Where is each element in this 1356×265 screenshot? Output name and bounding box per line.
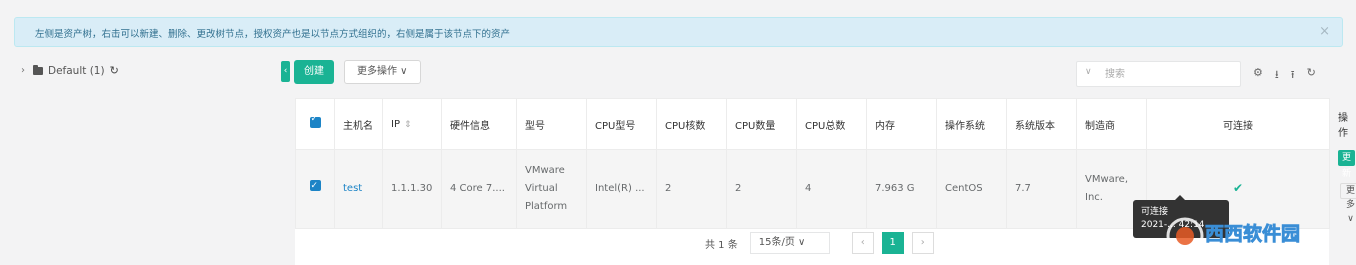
hostname-link[interactable]: test — [343, 183, 362, 194]
asset-tree: › Default (1) ↻ — [18, 64, 119, 77]
table-header-row: 主机名 IP⇕ 硬件信息 型号 CPU型号 CPU核数 CPU数量 CPU总数 … — [295, 98, 1348, 150]
cell-os: CentOS — [936, 149, 1007, 229]
select-all-checkbox[interactable] — [295, 98, 335, 150]
refresh-icon[interactable]: ↻ — [110, 64, 119, 77]
column-hardware: 硬件信息 — [441, 98, 517, 150]
upload-icon[interactable]: ⭱ — [1291, 66, 1295, 85]
search-box[interactable]: ∨ — [1076, 61, 1241, 87]
table-toolbar-icons: ⚙ ⭳ ⭱ ↻ — [1253, 66, 1316, 85]
next-page-button[interactable]: › — [911, 232, 934, 254]
column-model: 型号 — [516, 98, 587, 150]
column-connectable: 可连接 — [1146, 98, 1330, 150]
cell-os-version: 7.7 — [1006, 149, 1077, 229]
prev-page-button[interactable]: ‹ — [851, 232, 874, 254]
column-vendor: 制造商 — [1076, 98, 1147, 150]
column-os-version: 系统版本 — [1006, 98, 1077, 150]
more-actions-button[interactable]: 更多操作 ∨ — [344, 60, 421, 84]
chevron-right-icon[interactable]: › — [18, 65, 28, 76]
cell-cpu-count: 2 — [726, 149, 797, 229]
total-count: 共 1 条 — [705, 239, 738, 251]
create-button[interactable]: 创建 — [294, 60, 334, 84]
column-os: 操作系统 — [936, 98, 1007, 150]
cell-hardware: 4 Core 7.... — [441, 149, 517, 229]
cell-memory: 7.963 G — [866, 149, 937, 229]
cell-model: VMware Virtual Platform — [516, 149, 587, 229]
column-cpu-count: CPU数量 — [726, 98, 797, 150]
column-hostname: 主机名 — [334, 98, 383, 150]
search-input[interactable] — [1105, 66, 1225, 82]
check-icon: ✔ — [1232, 181, 1244, 195]
cell-cpu-total: 4 — [796, 149, 867, 229]
row-checkbox[interactable] — [295, 149, 335, 229]
page-1-button[interactable]: 1 — [881, 232, 904, 254]
row-more-button[interactable]: 更多 ∨ — [1340, 183, 1356, 224]
download-icon[interactable]: ⭳ — [1275, 66, 1279, 85]
chevron-down-icon[interactable]: ∨ — [1085, 67, 1092, 77]
cell-cpu-cores: 2 — [656, 149, 727, 229]
info-alert: 左侧是资产树，右击可以新建、删除、更改树节点，授权资产也是以节点方式组织的，右侧… — [14, 17, 1343, 47]
collapse-tree-button[interactable]: ‹ — [281, 61, 290, 82]
watermark-text: 西西软件园 — [1205, 222, 1300, 245]
sort-icon[interactable]: ⇕ — [404, 120, 412, 130]
cell-ip: 1.1.1.30 — [382, 149, 442, 229]
watermark-url: CR173.COM — [1261, 247, 1309, 256]
column-cpu-total: CPU总数 — [796, 98, 867, 150]
update-button[interactable]: 更新 — [1338, 150, 1356, 179]
column-ip-label: IP — [391, 118, 400, 130]
tree-node-default[interactable]: Default (1) — [48, 65, 105, 77]
column-cpu-cores: CPU核数 — [656, 98, 727, 150]
pagination: 共 1 条 15条/页 ∨ ‹ 1 › — [705, 232, 934, 254]
column-cpu-model: CPU型号 — [586, 98, 657, 150]
close-icon[interactable]: × — [1319, 24, 1330, 39]
page-size-select[interactable]: 15条/页 ∨ — [749, 232, 830, 254]
cell-cpu-model: Intel(R) ... — [586, 149, 657, 229]
refresh-icon[interactable]: ↻ — [1307, 66, 1316, 85]
column-memory: 内存 — [866, 98, 937, 150]
column-ip[interactable]: IP ⇕ — [382, 98, 442, 150]
alert-message: 左侧是资产树，右击可以新建、删除、更改树节点，授权资产也是以节点方式组织的，右侧… — [35, 29, 511, 40]
folder-icon — [33, 65, 43, 75]
watermark-logo: 西西软件园 CR173.COM — [1166, 217, 1309, 256]
gear-icon[interactable]: ⚙ — [1253, 66, 1263, 85]
